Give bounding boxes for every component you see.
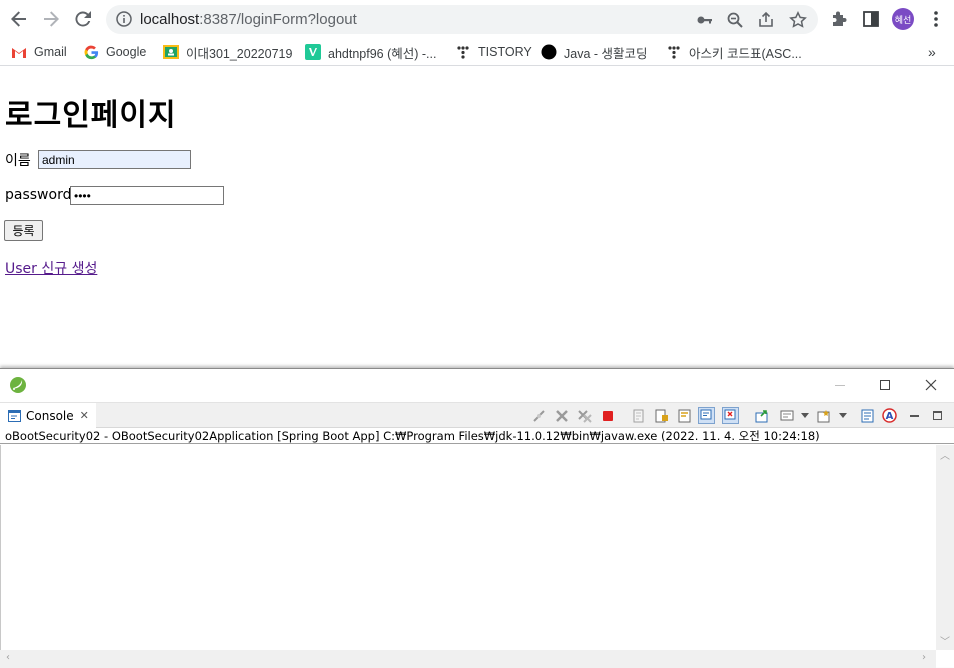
- user-signup-link[interactable]: User 신규 생성: [5, 258, 97, 278]
- gmail-icon: [11, 44, 27, 60]
- zoom-icon[interactable]: [726, 11, 744, 29]
- reload-button[interactable]: [72, 8, 94, 30]
- bookmark-label: ahdtnpf96 (혜선) -...: [328, 46, 437, 61]
- scroll-down-icon[interactable]: ﹀: [940, 633, 950, 648]
- scroll-up-icon[interactable]: ︿: [940, 447, 950, 462]
- maximize-icon: [880, 380, 890, 390]
- share-icon[interactable]: [757, 11, 775, 29]
- bookmark-tistory[interactable]: TISTORY: [455, 43, 532, 61]
- word-wrap-icon[interactable]: [676, 407, 693, 424]
- bookmark-star-icon[interactable]: [789, 11, 807, 29]
- url-host: localhost: [140, 11, 200, 28]
- back-arrow-icon: [11, 11, 26, 27]
- open-console-icon[interactable]: [815, 407, 832, 424]
- bookmarks-bar: Gmail Google 이대301_20220719 ahdtnpf96 (혜…: [0, 38, 954, 66]
- properties-icon[interactable]: [859, 407, 876, 424]
- menu-kebab-icon[interactable]: [926, 9, 946, 29]
- spring-boot-dashboard-icon[interactable]: A: [881, 407, 898, 424]
- address-bar[interactable]: localhost:8387/loginForm?logout: [106, 5, 818, 34]
- close-icon: [925, 379, 937, 391]
- bookmark-google[interactable]: Google: [83, 43, 146, 61]
- horizontal-scrollbar[interactable]: ‹ ›: [0, 650, 936, 668]
- scroll-right-icon[interactable]: ›: [922, 652, 926, 663]
- side-panel-icon[interactable]: [861, 9, 881, 29]
- key-icon[interactable]: [696, 11, 714, 29]
- pin-console-icon[interactable]: [753, 407, 770, 424]
- minimize-window-button[interactable]: [830, 375, 850, 395]
- site-info-icon[interactable]: [116, 11, 132, 31]
- terminate-icon[interactable]: [599, 407, 616, 424]
- remove-all-launches-icon[interactable]: [576, 407, 593, 424]
- submit-button[interactable]: 등록: [4, 220, 43, 241]
- remove-launch-icon[interactable]: [553, 407, 570, 424]
- view-tab-bar: Console ✕ A: [0, 402, 954, 428]
- opentutorials-icon: [541, 44, 557, 60]
- bookmark-label: Gmail: [34, 45, 67, 59]
- disconnect-icon[interactable]: [530, 407, 547, 424]
- bookmark-classroom[interactable]: 이대301_20220719: [163, 43, 292, 61]
- vertical-scrollbar[interactable]: ︿ ﹀: [936, 445, 954, 650]
- tistory-icon: [455, 44, 471, 60]
- minimize-view-icon[interactable]: [906, 407, 923, 424]
- forward-button[interactable]: [40, 8, 62, 30]
- tab-console[interactable]: Console ✕: [0, 403, 96, 428]
- show-on-stderr-icon[interactable]: [722, 407, 739, 424]
- close-window-button[interactable]: [921, 375, 941, 395]
- bookmark-ascii[interactable]: 아스키 코드표(ASC...: [666, 43, 802, 61]
- eclipse-console-window: Console ✕ A oBootSecurity02 - OBootSecur…: [0, 368, 954, 668]
- scroll-left-icon[interactable]: ‹: [6, 652, 10, 663]
- more-bookmarks-button[interactable]: »: [928, 43, 936, 61]
- bookmark-label: 이대301_20220719: [186, 46, 293, 61]
- maximize-view-icon[interactable]: [929, 407, 946, 424]
- password-label: password: [5, 187, 72, 203]
- name-input[interactable]: [38, 150, 191, 169]
- bookmark-label: TISTORY: [478, 45, 532, 59]
- bookmark-label: 아스키 코드표(ASC...: [689, 46, 802, 61]
- browser-toolbar: localhost:8387/loginForm?logout 혜선: [0, 0, 954, 38]
- bookmark-velog[interactable]: ahdtnpf96 (혜선) -...: [305, 43, 436, 61]
- maximize-window-button[interactable]: [875, 375, 895, 395]
- bookmark-label: Google: [106, 45, 147, 59]
- console-icon: [8, 409, 21, 422]
- window-titlebar: [0, 369, 954, 402]
- bookmark-gmail[interactable]: Gmail: [11, 43, 67, 61]
- bookmark-java[interactable]: Java - 생활코딩: [541, 43, 648, 61]
- forward-arrow-icon: [44, 11, 59, 27]
- password-input[interactable]: [70, 186, 224, 205]
- reload-icon: [75, 11, 91, 27]
- name-label: 이름: [5, 153, 31, 169]
- tistory-icon: [666, 44, 682, 60]
- extensions-puzzle-icon[interactable]: [829, 9, 849, 29]
- url-path: :8387/loginForm?logout: [199, 11, 357, 28]
- dropdown-arrow-icon-2[interactable]: [834, 407, 851, 424]
- minimize-icon: [835, 384, 845, 386]
- velog-icon: [305, 44, 321, 60]
- bookmark-label: Java - 생활코딩: [564, 46, 648, 61]
- spring-icon: [9, 376, 27, 398]
- profile-avatar[interactable]: 혜선: [892, 8, 914, 30]
- url-text: localhost:8387/loginForm?logout: [140, 11, 357, 28]
- close-tab-icon[interactable]: ✕: [80, 409, 89, 422]
- clear-console-icon[interactable]: [630, 407, 647, 424]
- classroom-icon: [163, 44, 179, 60]
- scroll-lock-icon[interactable]: [653, 407, 670, 424]
- console-process-description: oBootSecurity02 - OBootSecurity02Applica…: [0, 428, 954, 444]
- display-selected-console-icon[interactable]: [778, 407, 795, 424]
- console-output-area[interactable]: [0, 445, 936, 650]
- back-button[interactable]: [8, 8, 30, 30]
- svg-text:A: A: [886, 411, 894, 422]
- page-title: 로그인페이지: [5, 98, 177, 133]
- login-page: 로그인페이지 이름 password 등록 User 신규 생성: [0, 70, 954, 368]
- dropdown-arrow-icon[interactable]: [796, 407, 813, 424]
- tab-label: Console: [26, 408, 74, 423]
- show-on-stdout-icon[interactable]: [698, 407, 715, 424]
- double-chevron-icon: »: [928, 44, 936, 60]
- google-icon: [83, 44, 99, 60]
